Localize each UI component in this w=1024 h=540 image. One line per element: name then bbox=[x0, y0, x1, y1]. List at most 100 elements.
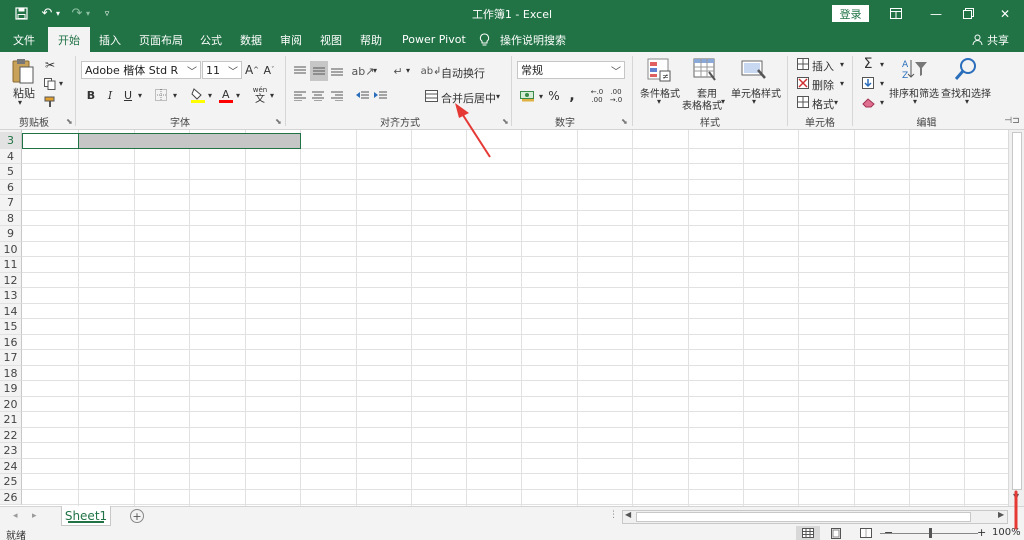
insert-cells-button[interactable]: 插入 bbox=[812, 58, 834, 74]
font-color-dropdown-icon[interactable]: ▾ bbox=[236, 91, 240, 100]
orientation-icon[interactable]: ab↗ bbox=[352, 63, 375, 79]
autosum-dropdown-icon[interactable]: ▾ bbox=[880, 60, 884, 69]
tab-help[interactable]: 帮助 bbox=[360, 27, 382, 52]
currency-icon[interactable] bbox=[518, 88, 536, 104]
row-header[interactable]: 22 bbox=[0, 427, 22, 443]
align-left-icon[interactable] bbox=[292, 88, 308, 104]
zoom-level[interactable]: 100% bbox=[992, 527, 1021, 538]
chevron-down-icon[interactable]: ﹀ bbox=[187, 63, 197, 78]
cell-styles-icon[interactable] bbox=[741, 58, 767, 82]
indent-arrow-icon[interactable]: ↵ bbox=[390, 63, 406, 79]
bold-button[interactable]: B bbox=[84, 87, 98, 103]
row-header[interactable]: 23 bbox=[0, 443, 22, 459]
underline-dropdown-icon[interactable]: ▾ bbox=[138, 91, 142, 100]
fill-dropdown-icon[interactable]: ▾ bbox=[880, 79, 884, 88]
row-header[interactable]: 11 bbox=[0, 257, 22, 273]
tab-review[interactable]: 审阅 bbox=[280, 27, 302, 52]
sort-filter-icon[interactable]: AZ bbox=[902, 57, 928, 81]
row-header[interactable]: 20 bbox=[0, 396, 22, 412]
zoom-slider-thumb[interactable] bbox=[929, 528, 932, 538]
tab-file[interactable]: 文件 bbox=[13, 27, 35, 52]
horizontal-scrollbar[interactable]: ◀ ▶ bbox=[622, 510, 1008, 524]
tell-me-search[interactable]: 操作说明搜索 bbox=[500, 27, 566, 52]
align-middle-icon[interactable] bbox=[310, 61, 328, 81]
row-header[interactable]: 7 bbox=[0, 195, 22, 211]
worksheet-grid[interactable]: 3 4 5 6 7 8 9 10 11 12 13 14 15 16 17 18 19 20 21 22 23 24 25 2… bbox=[0, 130, 1008, 506]
restore-icon[interactable] bbox=[948, 0, 988, 27]
add-sheet-button[interactable]: + bbox=[130, 509, 144, 523]
phonetic-icon[interactable]: wén 文 bbox=[251, 85, 269, 105]
cell-styles-dropdown-icon[interactable]: ▾ bbox=[752, 97, 756, 106]
number-format-combo[interactable]: 常规 ﹀ bbox=[517, 61, 625, 79]
normal-view-icon[interactable] bbox=[796, 526, 820, 540]
cut-icon[interactable]: ✂ bbox=[42, 57, 58, 73]
align-center-icon[interactable] bbox=[310, 88, 326, 104]
copy-icon[interactable] bbox=[42, 76, 58, 92]
chevron-down-icon[interactable]: ﹀ bbox=[228, 63, 238, 78]
close-icon[interactable]: ✕ bbox=[985, 0, 1024, 27]
increase-decimal-icon[interactable]: ←.0.00 bbox=[589, 87, 605, 105]
horizontal-scroll-thumb[interactable] bbox=[636, 512, 971, 522]
sheet-prev-icon[interactable]: ◂ bbox=[13, 511, 18, 521]
paste-icon[interactable] bbox=[10, 58, 36, 84]
font-launcher-icon[interactable]: ⬊ bbox=[275, 117, 282, 126]
paste-label[interactable]: 粘贴 bbox=[13, 85, 35, 101]
sheet-tab-sheet1[interactable]: Sheet1 bbox=[61, 506, 111, 526]
row-header[interactable]: 16 bbox=[0, 334, 22, 350]
row-header[interactable]: 17 bbox=[0, 350, 22, 366]
row-header[interactable]: 5 bbox=[0, 164, 22, 180]
borders-icon[interactable] bbox=[153, 87, 169, 103]
row-header[interactable]: 25 bbox=[0, 474, 22, 490]
tab-data[interactable]: 数据 bbox=[240, 27, 262, 52]
wrap-text-button[interactable]: 自动换行 bbox=[441, 65, 485, 81]
row-header[interactable]: 12 bbox=[0, 272, 22, 288]
phonetic-dropdown-icon[interactable]: ▾ bbox=[270, 91, 274, 100]
row-header[interactable]: 8 bbox=[0, 210, 22, 226]
fill-down-icon[interactable] bbox=[861, 76, 875, 90]
decrease-decimal-icon[interactable]: .00 →.0 bbox=[608, 87, 624, 105]
table-dropdown-icon[interactable]: ▾ bbox=[721, 97, 725, 106]
borders-dropdown-icon[interactable]: ▾ bbox=[173, 91, 177, 100]
page-break-view-icon[interactable] bbox=[856, 526, 876, 540]
conditional-dropdown-icon[interactable]: ▾ bbox=[657, 97, 661, 106]
comma-button[interactable]: , bbox=[566, 88, 578, 104]
currency-dropdown-icon[interactable]: ▾ bbox=[539, 92, 543, 101]
vertical-scrollbar[interactable]: ▼ bbox=[1008, 130, 1024, 506]
merge-dropdown-icon[interactable]: ▾ bbox=[496, 92, 500, 101]
format-as-table-line2[interactable]: 表格格式 bbox=[682, 97, 722, 112]
row-header[interactable]: 26 bbox=[0, 489, 22, 505]
tab-split-handle[interactable]: ⋮ bbox=[609, 510, 618, 520]
zoom-in-button[interactable]: + bbox=[977, 526, 986, 539]
font-color-icon[interactable]: A bbox=[218, 86, 234, 104]
tab-home[interactable]: 开始 bbox=[48, 27, 90, 52]
page-layout-view-icon[interactable] bbox=[826, 526, 846, 540]
row-header[interactable]: 4 bbox=[0, 148, 22, 164]
number-launcher-icon[interactable]: ⬊ bbox=[621, 117, 628, 126]
fill-color-dropdown-icon[interactable]: ▾ bbox=[208, 91, 212, 100]
decrease-indent-icon[interactable] bbox=[354, 88, 370, 104]
format-cells-button[interactable]: 格式 bbox=[812, 96, 834, 112]
insert-dropdown-icon[interactable]: ▾ bbox=[840, 60, 844, 69]
row-header[interactable]: 6 bbox=[0, 179, 22, 195]
italic-button[interactable]: I bbox=[103, 87, 117, 103]
row-header[interactable]: 10 bbox=[0, 241, 22, 257]
scroll-down-icon[interactable]: ▼ bbox=[1013, 492, 1019, 501]
merge-center-button[interactable]: 合并后居中 bbox=[441, 90, 496, 106]
row-header[interactable]: 14 bbox=[0, 303, 22, 319]
align-top-icon[interactable] bbox=[292, 63, 308, 79]
tab-view[interactable]: 视图 bbox=[320, 27, 342, 52]
conditional-format-icon[interactable]: ≠ bbox=[647, 58, 673, 82]
fill-color-icon[interactable] bbox=[190, 86, 206, 104]
scroll-left-icon[interactable]: ◀ bbox=[625, 510, 631, 519]
percent-button[interactable]: % bbox=[547, 88, 561, 104]
delete-cells-button[interactable]: 删除 bbox=[812, 77, 834, 93]
row-header[interactable]: 15 bbox=[0, 319, 22, 335]
row-header[interactable]: 18 bbox=[0, 365, 22, 381]
login-button[interactable]: 登录 bbox=[832, 5, 869, 22]
format-painter-icon[interactable] bbox=[42, 94, 58, 110]
share-button[interactable]: 共享 bbox=[987, 27, 1009, 52]
vertical-scroll-thumb[interactable] bbox=[1012, 132, 1022, 490]
tab-insert[interactable]: 插入 bbox=[99, 27, 121, 52]
underline-button[interactable]: U bbox=[121, 87, 135, 103]
tab-page-layout[interactable]: 页面布局 bbox=[139, 27, 183, 52]
